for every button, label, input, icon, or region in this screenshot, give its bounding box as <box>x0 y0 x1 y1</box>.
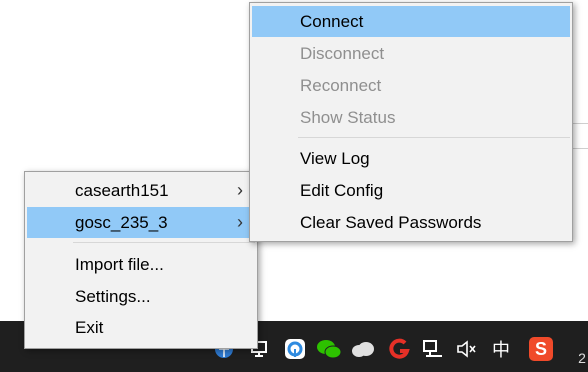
openvpn-icon[interactable] <box>282 337 308 361</box>
background-window-edge <box>572 123 588 149</box>
menu-item-view-log[interactable]: View Log <box>252 143 570 174</box>
menu-item-label: gosc_235_3 <box>75 212 168 232</box>
menu-item-gosc-235-3[interactable]: gosc_235_3 › <box>27 207 255 238</box>
menu-item-exit[interactable]: Exit <box>27 312 255 343</box>
network-computer-icon[interactable] <box>420 337 446 361</box>
connection-submenu: Connect Disconnect Reconnect Show Status… <box>249 2 573 242</box>
menu-item-clear-saved-passwords[interactable]: Clear Saved Passwords <box>252 207 570 238</box>
menu-item-settings[interactable]: Settings... <box>27 281 255 312</box>
chevron-right-icon: › <box>237 212 243 232</box>
menu-item-label: Settings... <box>75 286 151 306</box>
menu-item-label: Clear Saved Passwords <box>300 212 482 232</box>
menu-item-label: Connect <box>300 11 364 31</box>
menu-item-label: Exit <box>75 317 104 337</box>
menu-item-label: View Log <box>300 148 370 168</box>
clock-text[interactable]: 2 <box>576 346 588 370</box>
menu-item-label: Disconnect <box>300 43 385 63</box>
menu-item-label: Show Status <box>300 107 396 127</box>
menu-item-show-status: Show Status <box>252 102 570 133</box>
menu-item-edit-config[interactable]: Edit Config <box>252 175 570 206</box>
menu-item-label: Import file... <box>75 254 164 274</box>
sogou-input-icon[interactable]: S <box>528 337 554 361</box>
menu-item-import-file[interactable]: Import file... <box>27 249 255 280</box>
cloud-icon[interactable] <box>350 337 376 361</box>
volume-muted-icon[interactable] <box>454 337 478 361</box>
wechat-icon[interactable] <box>316 337 342 361</box>
menu-item-label: Reconnect <box>300 75 382 95</box>
menu-item-disconnect: Disconnect <box>252 38 570 69</box>
red-g-app-icon[interactable] <box>388 337 412 361</box>
menu-item-casearth151[interactable]: casearth151 › <box>27 175 255 206</box>
menu-item-connect[interactable]: Connect <box>252 6 570 37</box>
menu-item-label: casearth151 <box>75 180 169 200</box>
tray-context-menu: casearth151 › gosc_235_3 › Import file..… <box>24 171 258 349</box>
menu-item-reconnect: Reconnect <box>252 70 570 101</box>
menu-separator <box>73 242 255 243</box>
ime-mode-indicator[interactable]: 中 <box>490 337 512 361</box>
menu-item-label: Edit Config <box>300 180 384 200</box>
menu-separator <box>298 137 570 138</box>
chevron-right-icon: › <box>237 180 243 200</box>
